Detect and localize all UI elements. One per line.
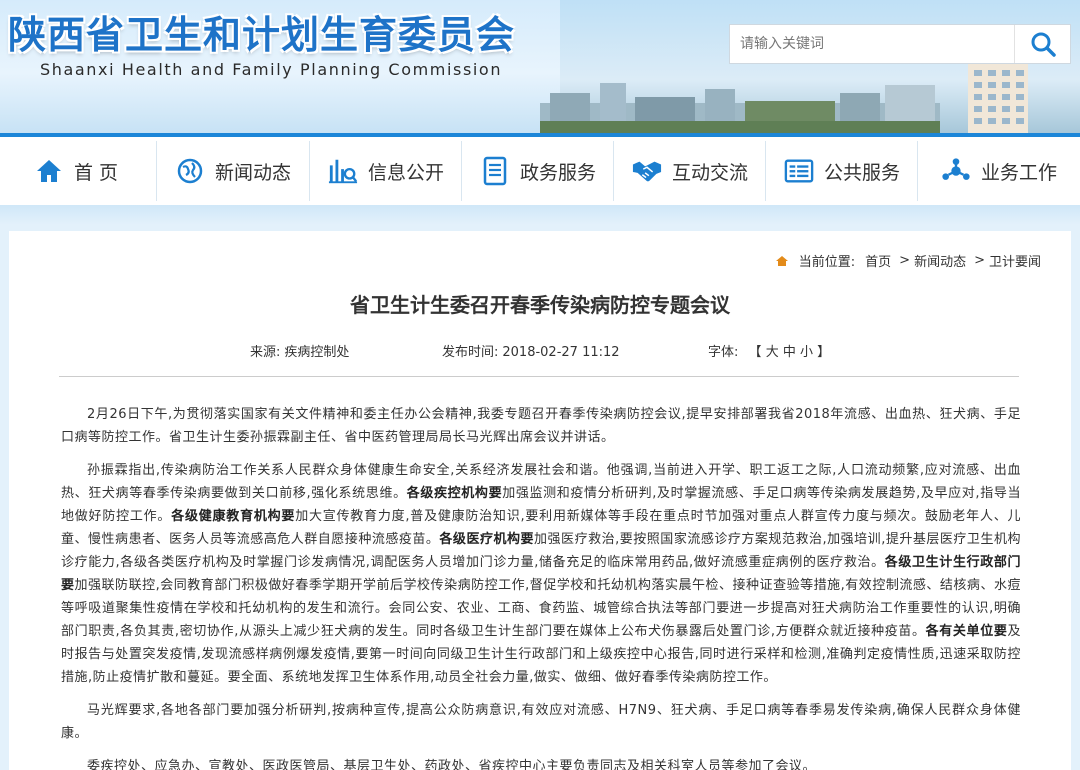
font-size-medium-button[interactable]: 中 (783, 345, 796, 360)
breadcrumb-separator: > (899, 253, 911, 268)
font-label: 字体: (708, 345, 739, 360)
search-input[interactable] (730, 25, 1015, 63)
city-skyline-image (540, 83, 940, 133)
handshake-icon (632, 156, 662, 186)
nav-label-info-public: 信息公开 (367, 161, 444, 184)
paragraph-text: 马光辉要求,各地各部门要加强分析研判,按病种宣传,提高公众防病意识,有效应对流感… (61, 703, 1021, 741)
breadcrumb-separator: > (974, 253, 985, 268)
breadcrumb-item-current[interactable]: 卫计要闻 (989, 251, 1041, 270)
search-button[interactable] (1014, 25, 1070, 63)
article-title: 省卫生计生委召开春季传染病防控专题会议 (350, 293, 730, 317)
nav-item-news[interactable]: 新闻动态 (157, 137, 309, 205)
nav-label-gov-service: 政务服务 (519, 161, 596, 184)
nav-label-public-service: 公共服务 (823, 161, 900, 184)
article-panel: 当前位置: 首页 > 新闻动态 > 卫计要闻 省卫生计生委召开春季传染病防控专题… (9, 231, 1071, 770)
breadcrumb-item-news[interactable]: 新闻动态 (914, 251, 966, 270)
font-size-small-button[interactable]: 小 (800, 345, 813, 360)
article-body: 2月26日下午,为贯彻落实国家有关文件精神和委主任办公会精神,我委专题召开春季传… (61, 403, 1021, 770)
chart-search-icon (328, 156, 358, 186)
paragraph-text: 委疾控处、应急办、宣教处、医政医管局、基层卫生处、药政处、省疾控中心主要负责同志… (87, 759, 817, 770)
nav-label-business: 业务工作 (980, 161, 1057, 184)
emphasis-text: 各有关单位要 (925, 624, 1008, 639)
font-bracket-open: 【 (748, 345, 762, 360)
home-icon (34, 156, 64, 186)
date-value: 2018-02-27 11:12 (502, 345, 620, 360)
nav-shadow (0, 205, 1080, 225)
globe-icon (175, 156, 205, 186)
nav-label-interaction: 互动交流 (671, 161, 748, 184)
emphasis-text: 各级医疗机构要 (439, 532, 535, 547)
nav-item-info-public[interactable]: 信息公开 (310, 137, 462, 205)
article-paragraph: 2月26日下午,为贯彻落实国家有关文件精神和委主任办公会精神,我委专题召开春季传… (61, 403, 1021, 449)
search-box (729, 24, 1071, 64)
nav-item-home[interactable]: 首 页 (0, 137, 152, 205)
meta-font-size: 字体: 【 大 中 小 】 (708, 341, 830, 360)
breadcrumb-item-home[interactable]: 首页 (865, 251, 891, 270)
site-subtitle: Shaanxi Health and Family Planning Commi… (40, 60, 503, 79)
article-paragraph: 马光辉要求,各地各部门要加强分析研判,按病种宣传,提高公众防病意识,有效应对流感… (61, 699, 1021, 745)
title-divider (59, 376, 1019, 377)
document-icon (480, 156, 510, 186)
search-icon (1031, 32, 1056, 57)
paragraph-text: 2月26日下午,为贯彻落实国家有关文件精神和委主任办公会精神,我委专题召开春季传… (61, 407, 1021, 445)
header-banner: 陕西省卫生和计划生育委员会 Shaanxi Health and Family … (0, 0, 1080, 133)
article-paragraph: 委疾控处、应急办、宣教处、医政医管局、基层卫生处、药政处、省疾控中心主要负责同志… (61, 755, 1021, 770)
nav-item-gov-service[interactable]: 政务服务 (462, 137, 614, 205)
emphasis-text: 各级疾控机构要 (406, 486, 503, 501)
article-paragraph: 孙振霖指出,传染病防治工作关系人民群众身体健康生命安全,关系经济发展社会和谐。他… (61, 459, 1021, 689)
site-title: 陕西省卫生和计划生育委员会 (8, 12, 516, 57)
nav-label-news: 新闻动态 (214, 161, 291, 184)
list-card-icon (784, 156, 814, 186)
meta-date: 发布时间: 2018-02-27 11:12 (442, 341, 620, 360)
network-icon (941, 156, 971, 186)
nav-item-business[interactable]: 业务工作 (918, 137, 1080, 205)
date-label: 发布时间: (442, 345, 499, 360)
font-size-large-button[interactable]: 大 (766, 345, 779, 360)
paragraph-text: 加强联防联控,会同教育部门积极做好春季学期开学前后学校传染病防控工作,督促学校和… (61, 578, 1021, 639)
nav-item-interaction[interactable]: 互动交流 (614, 137, 766, 205)
source-value: 疾病控制处 (284, 345, 350, 360)
source-label: 来源: (250, 345, 281, 360)
nav-item-public-service[interactable]: 公共服务 (766, 137, 918, 205)
emphasis-text: 各级健康教育机构要 (171, 509, 296, 524)
nav-label-home: 首 页 (73, 161, 119, 184)
main-nav: 首 页 新闻动态 信息公开 政务服务 互动交流 公共服务 业务工作 (0, 133, 1080, 205)
font-bracket-close: 】 (817, 345, 831, 360)
breadcrumb: 当前位置: 首页 > 新闻动态 > 卫计要闻 (775, 251, 1041, 270)
breadcrumb-lead: 当前位置: (798, 255, 856, 270)
meta-source: 来源: 疾病控制处 (250, 341, 349, 360)
home-small-icon (775, 255, 788, 266)
